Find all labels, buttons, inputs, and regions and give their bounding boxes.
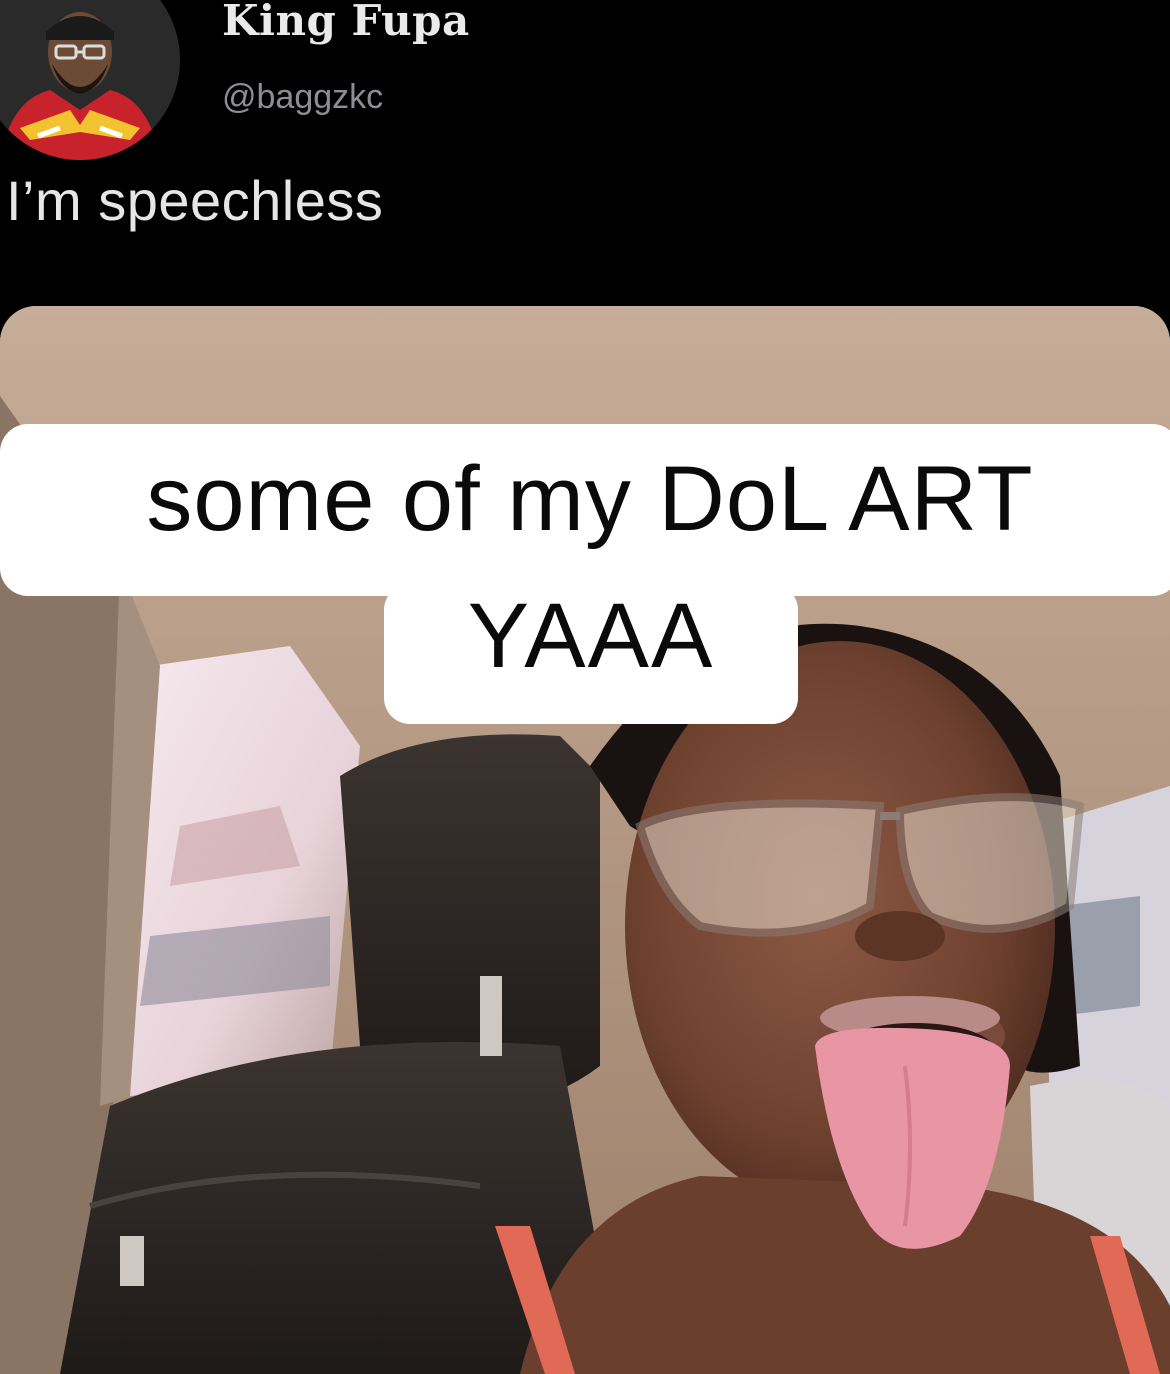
media-caption-line-1: some of my DoL ART bbox=[0, 424, 1170, 596]
media-caption-line-2-text: YAAA bbox=[467, 585, 715, 687]
avatar-image bbox=[0, 0, 180, 160]
author-display-name[interactable]: King Fupa bbox=[222, 0, 470, 45]
author-avatar[interactable] bbox=[0, 0, 180, 160]
media-caption-line-2: YAAA bbox=[384, 584, 798, 724]
tweet-screenshot: King Fupa @baggzkc I’m speechless some o… bbox=[0, 0, 1170, 1374]
author-handle[interactable]: @baggzkc bbox=[222, 78, 383, 117]
tweet-text: I’m speechless bbox=[6, 169, 384, 232]
